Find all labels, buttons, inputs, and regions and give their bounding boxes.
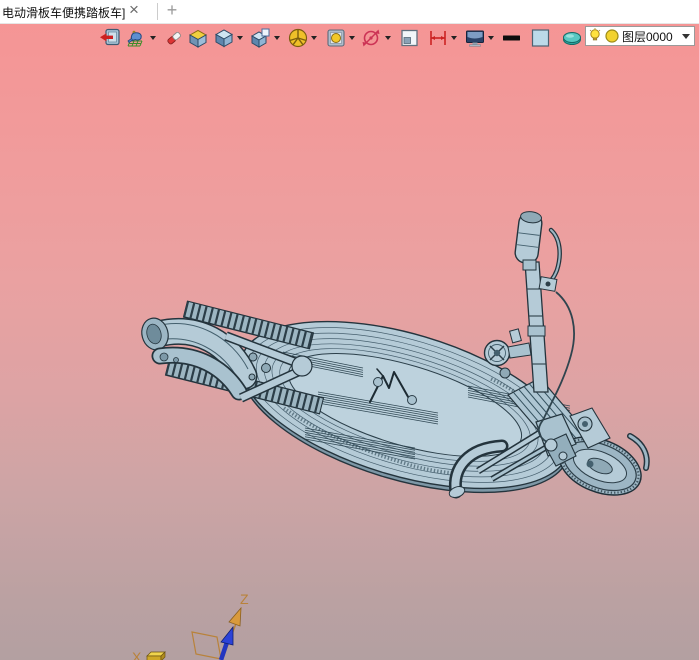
cad-application-window: 电动滑板车便携踏板车] × + 图层0000 Z X (0, 0, 699, 660)
document-tab-title[interactable]: 电动滑板车便携踏板车] (2, 4, 125, 21)
scooter-3d-model[interactable]: Z X Y (0, 24, 699, 660)
model-viewport[interactable]: 图层0000 Z X (0, 24, 699, 660)
y-axis-arrowhead (220, 625, 234, 646)
document-tabbar: 电动滑板车便携踏板车] × + (0, 0, 699, 24)
tab-close-icon[interactable]: × (126, 0, 142, 20)
handlebar-grip (514, 211, 543, 271)
tab-separator (157, 3, 158, 20)
x-axis-label: X (132, 649, 142, 660)
new-tab-button[interactable]: + (163, 0, 181, 21)
z-axis-arrowhead (228, 606, 242, 627)
axis-triad: Z X Y (132, 591, 249, 660)
z-axis-label: Z (240, 591, 249, 607)
brake-lever (538, 227, 562, 292)
